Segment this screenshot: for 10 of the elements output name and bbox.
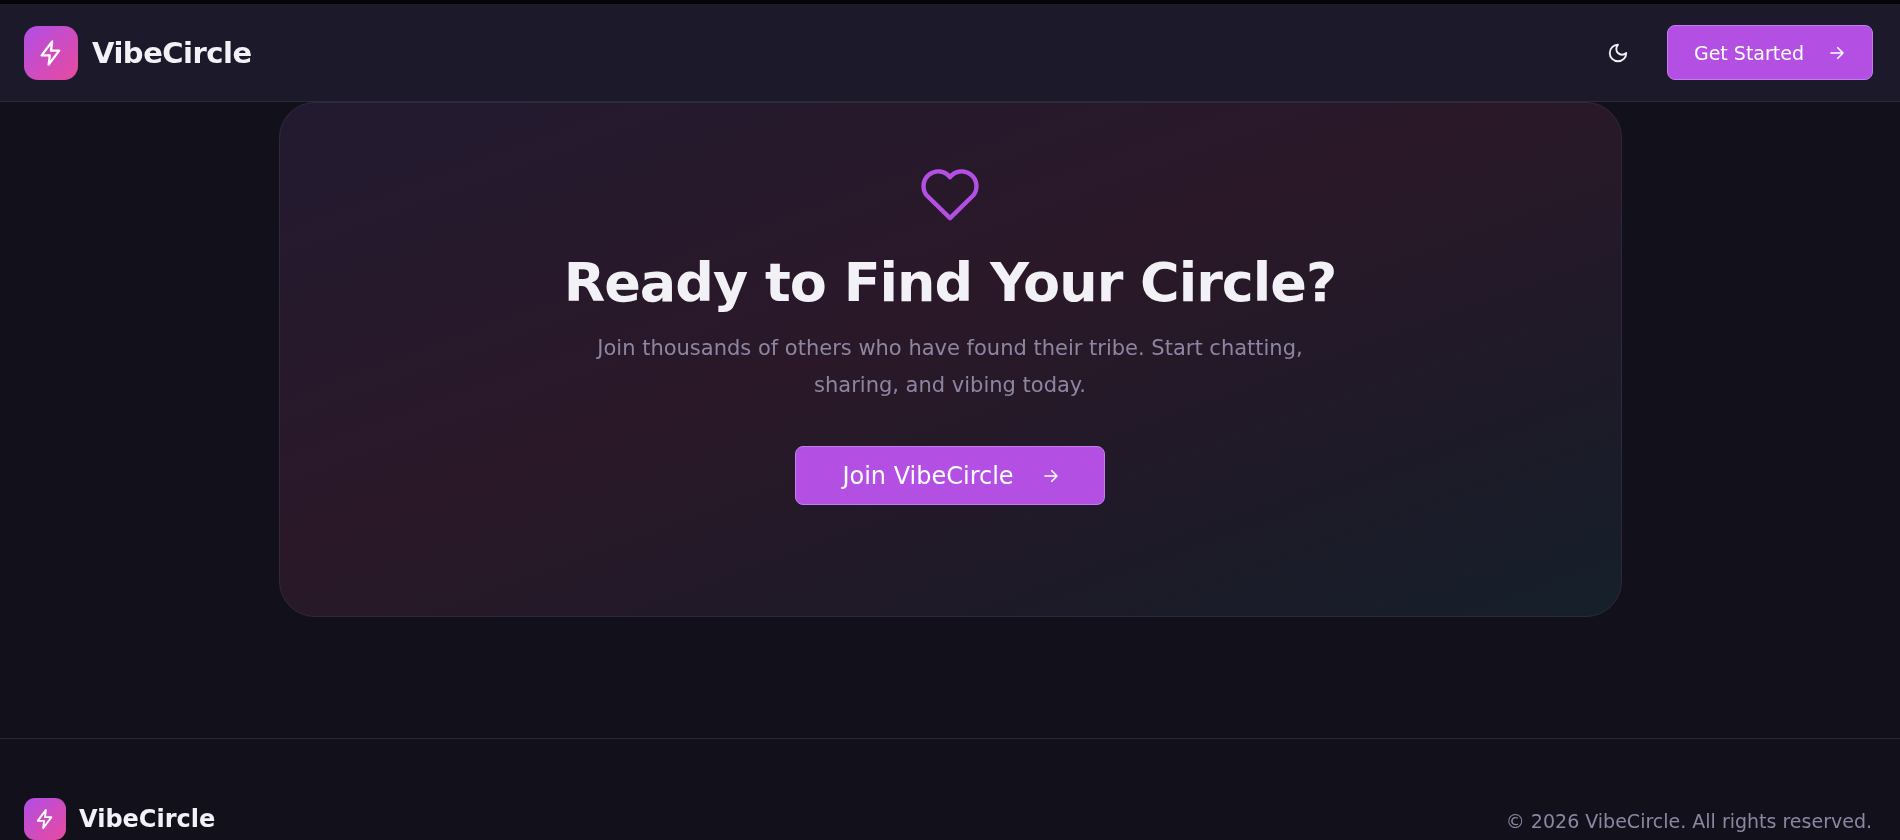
cta-text: Join thousands of others who have found their tribe. Start chatting, sharing, and vibing today. bbox=[595, 335, 1304, 399]
join-button[interactable]: Join VibeCircle bbox=[795, 446, 1105, 505]
logo-icon bbox=[24, 798, 66, 840]
logo-icon bbox=[24, 25, 78, 80]
brand-name: VibeCircle bbox=[79, 805, 216, 833]
get-started-button[interactable]: Get Started bbox=[1666, 25, 1873, 80]
brand-name: VibeCircle bbox=[92, 35, 252, 70]
moon-icon[interactable] bbox=[1606, 41, 1629, 64]
copyright-text: © 2026 VibeCircle. All rights reserved. bbox=[1505, 810, 1872, 832]
cta-title: Ready to Find Your Circle? bbox=[563, 251, 1337, 314]
